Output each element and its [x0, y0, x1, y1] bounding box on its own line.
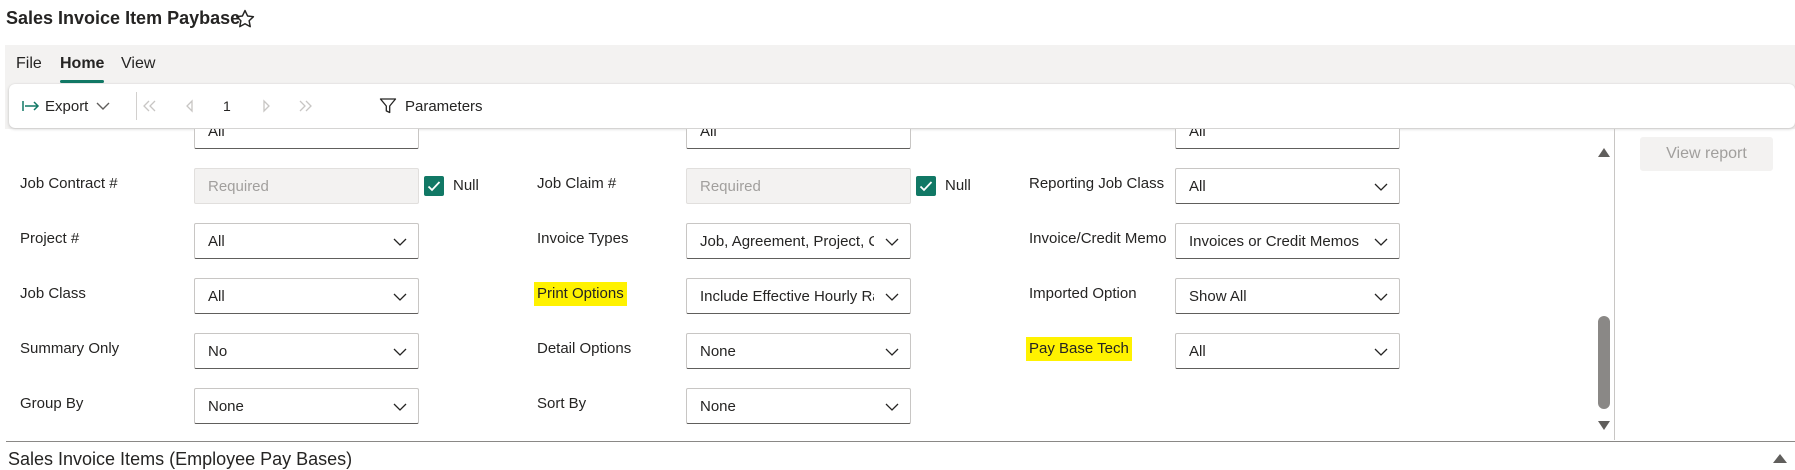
scroll-down-arrow-icon[interactable]	[1597, 420, 1611, 432]
group-by-label: Group By	[20, 395, 84, 412]
page-title: Sales Invoice Item Paybase	[6, 8, 241, 28]
invoice-credit-memo-select[interactable]: Invoices or Credit Memos	[1175, 223, 1400, 259]
job-claim-field[interactable]	[687, 169, 910, 203]
summary-only-label: Summary Only	[20, 340, 120, 357]
project-select[interactable]: All	[194, 223, 419, 259]
toolbar: Export 1 Parameters	[9, 84, 1795, 128]
parameters-scrollbar[interactable]	[1594, 140, 1614, 440]
scroll-thumb[interactable]	[1598, 316, 1610, 409]
chevron-down-icon	[885, 403, 899, 411]
partial-select-col2[interactable]: All	[686, 129, 912, 149]
export-arrow-icon	[22, 101, 40, 111]
job-contract-null-checkbox[interactable]	[424, 176, 444, 196]
sort-by-label: Sort By	[537, 395, 587, 412]
previous-page-icon[interactable]	[181, 97, 199, 115]
print-options-select[interactable]: Include Effective Hourly Ra	[686, 278, 911, 314]
job-claim-input[interactable]	[686, 168, 911, 204]
invoice-credit-memo-label: Invoice/Credit Memo	[1029, 230, 1167, 247]
export-button[interactable]: Export	[22, 84, 110, 128]
invoice-types-select[interactable]: Job, Agreement, Project, C	[686, 223, 911, 259]
page-number[interactable]: 1	[223, 84, 231, 128]
pay-base-tech-label: Pay Base Tech	[1026, 337, 1132, 361]
job-contract-field[interactable]	[195, 169, 418, 203]
chevron-down-icon	[393, 348, 407, 356]
chevron-down-icon	[885, 293, 899, 301]
checkmark-icon	[919, 181, 933, 192]
chevron-down-icon	[96, 102, 110, 110]
detail-options-select[interactable]: None	[686, 333, 911, 369]
reporting-job-class-label: Reporting Job Class	[1029, 175, 1165, 192]
chevron-down-icon	[1374, 183, 1388, 191]
title-bar: Sales Invoice Item Paybase	[0, 0, 1795, 38]
job-class-label: Job Class	[20, 285, 86, 302]
collapse-arrow-icon[interactable]	[1772, 452, 1788, 464]
job-contract-input[interactable]	[194, 168, 419, 204]
panel-divider	[1614, 129, 1615, 440]
imported-option-label: Imported Option	[1029, 285, 1137, 302]
partial-select-col3[interactable]: All	[1175, 129, 1401, 149]
scroll-up-arrow-icon[interactable]	[1597, 146, 1611, 158]
sort-by-select[interactable]: None	[686, 388, 911, 424]
chevron-down-icon	[393, 293, 407, 301]
favorite-star-icon[interactable]	[234, 8, 256, 30]
chevron-down-icon	[885, 348, 899, 356]
parameters-panel: All All All Job Contract # Null Job Clai…	[0, 129, 1610, 441]
project-label: Project #	[20, 230, 80, 247]
job-claim-null-label: Null	[945, 177, 971, 194]
chevron-down-icon	[1374, 348, 1388, 356]
job-contract-null-label: Null	[453, 177, 479, 194]
parameters-label: Parameters	[405, 97, 483, 115]
imported-option-select[interactable]: Show All	[1175, 278, 1400, 314]
tab-view[interactable]: View	[121, 54, 155, 84]
view-report-button[interactable]: View report	[1640, 137, 1773, 171]
next-page-icon[interactable]	[257, 97, 275, 115]
last-page-icon[interactable]	[297, 97, 315, 115]
tab-home[interactable]: Home	[60, 54, 105, 84]
detail-options-label: Detail Options	[537, 340, 632, 357]
section-title: Sales Invoice Items (Employee Pay Bases)	[8, 449, 353, 469]
partial-select-col1[interactable]: All	[194, 129, 420, 149]
job-class-select[interactable]: All	[194, 278, 419, 314]
first-page-icon[interactable]	[140, 97, 158, 115]
active-tab-indicator	[60, 80, 105, 83]
toolbar-separator	[136, 92, 137, 120]
chevron-down-icon	[393, 403, 407, 411]
reporting-job-class-select[interactable]: All	[1175, 168, 1400, 204]
job-claim-null-checkbox[interactable]	[916, 176, 936, 196]
job-contract-label: Job Contract #	[20, 175, 118, 192]
parameters-button[interactable]: Parameters	[379, 84, 483, 128]
checkmark-icon	[427, 181, 441, 192]
chevron-down-icon	[885, 238, 899, 246]
job-claim-label: Job Claim #	[537, 175, 617, 192]
tab-file[interactable]: File	[16, 54, 42, 84]
invoice-types-label: Invoice Types	[537, 230, 629, 247]
print-options-label: Print Options	[534, 282, 627, 306]
section-divider	[6, 441, 1795, 442]
chevron-down-icon	[393, 238, 407, 246]
chevron-down-icon	[1374, 293, 1388, 301]
chevron-down-icon	[1374, 238, 1388, 246]
group-by-select[interactable]: None	[194, 388, 419, 424]
pay-base-tech-select[interactable]: All	[1175, 333, 1400, 369]
filter-icon	[379, 98, 397, 114]
summary-only-select[interactable]: No	[194, 333, 419, 369]
export-label: Export	[45, 97, 89, 115]
